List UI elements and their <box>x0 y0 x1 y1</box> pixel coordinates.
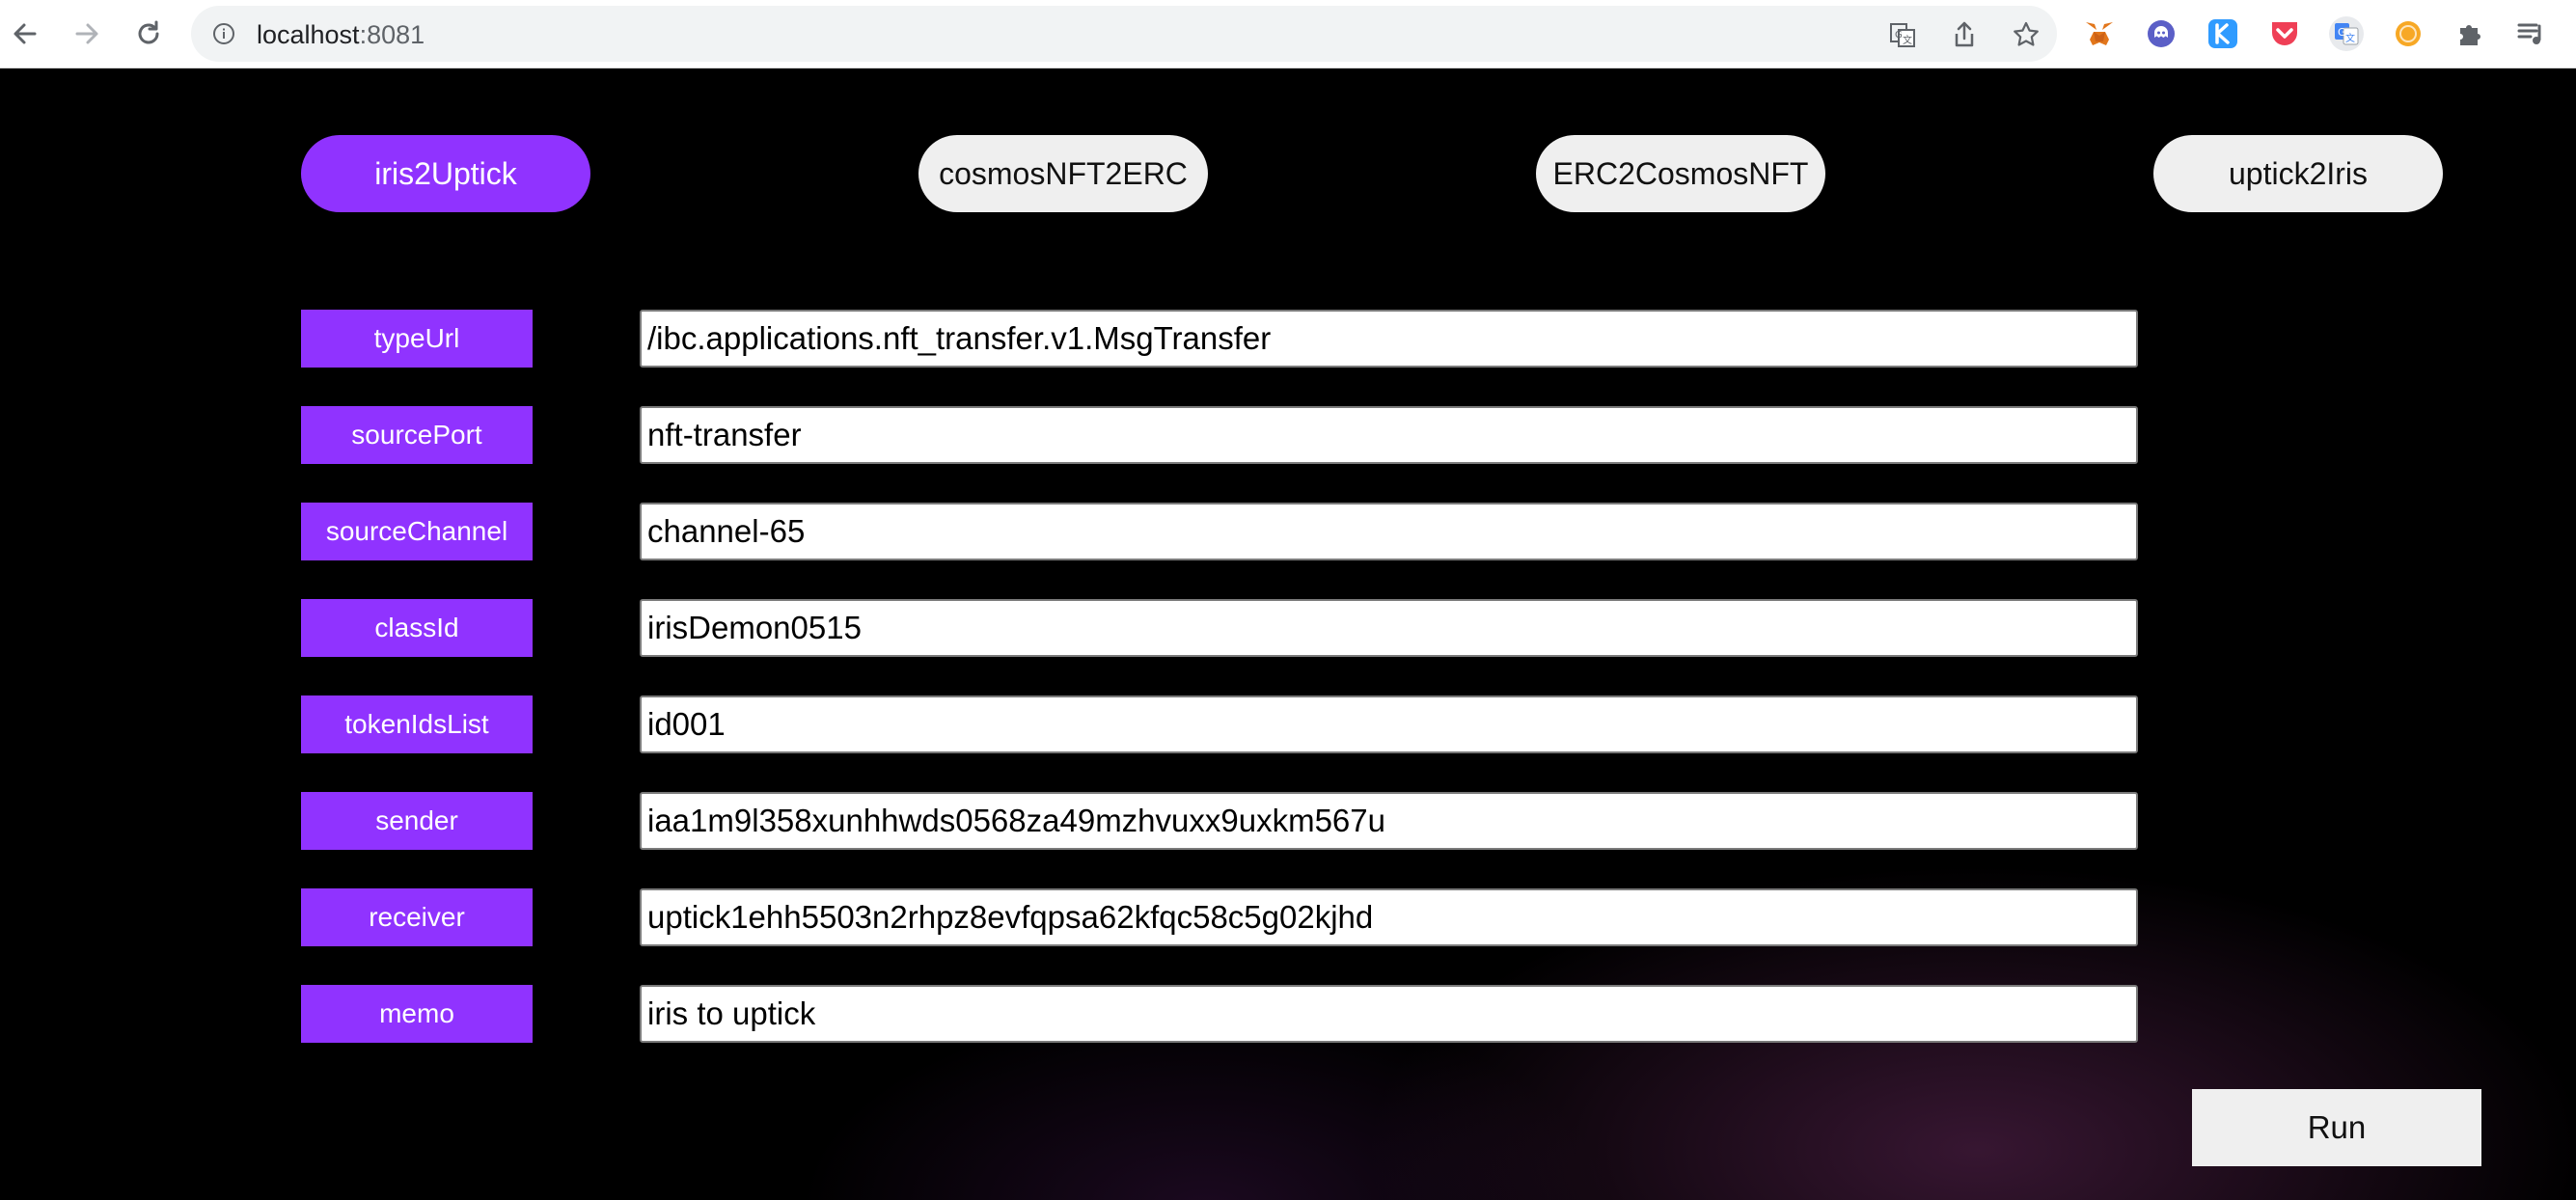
keplr-icon[interactable] <box>2206 16 2240 51</box>
run-button[interactable]: Run <box>2192 1089 2481 1166</box>
url-port: :8081 <box>359 20 425 49</box>
browser-toolbar: localhost:8081 G文 G文 <box>0 0 2576 68</box>
media-icon[interactable] <box>2514 16 2549 51</box>
arrow-left-icon[interactable] <box>8 16 42 51</box>
ghost-extension-icon[interactable] <box>2144 16 2179 51</box>
puzzle-icon[interactable] <box>2453 16 2487 51</box>
receiver-label: receiver <box>301 888 533 946</box>
svg-text:G: G <box>1895 30 1903 41</box>
url-host: localhost <box>257 20 360 49</box>
tokenidslist-input[interactable] <box>640 695 2138 753</box>
translate-icon[interactable]: G文 <box>1887 19 1918 50</box>
url-text[interactable]: localhost:8081 <box>257 20 425 50</box>
tokenidslist-label: tokenIdsList <box>301 695 533 753</box>
info-icon[interactable] <box>212 22 235 45</box>
sender-input[interactable] <box>640 792 2138 850</box>
tab-erc2cosmosnft[interactable]: ERC2CosmosNFT <box>1536 135 1825 212</box>
tab-cosmosnft2erc[interactable]: cosmosNFT2ERC <box>918 135 1208 212</box>
classid-input[interactable] <box>640 599 2138 657</box>
memo-label: memo <box>301 985 533 1043</box>
share-icon[interactable] <box>1949 19 1980 50</box>
star-icon[interactable] <box>2011 19 2042 50</box>
google-translate-icon[interactable]: G文 <box>2329 16 2364 51</box>
sourcechannel-label: sourceChannel <box>301 503 533 560</box>
sourceport-label: sourcePort <box>301 406 533 464</box>
memo-input[interactable] <box>640 985 2138 1043</box>
svg-text:文: 文 <box>2345 32 2355 44</box>
arrow-right-icon[interactable] <box>69 16 104 51</box>
address-bar[interactable]: localhost:8081 G文 <box>191 6 2057 62</box>
sourcechannel-input[interactable] <box>640 503 2138 560</box>
tab-uptick2iris[interactable]: uptick2Iris <box>2153 135 2443 212</box>
receiver-input[interactable] <box>640 888 2138 946</box>
classid-label: classId <box>301 599 533 657</box>
sender-label: sender <box>301 792 533 850</box>
svg-text:文: 文 <box>1903 34 1912 46</box>
sourceport-input[interactable] <box>640 406 2138 464</box>
pocket-icon[interactable] <box>2267 16 2302 51</box>
orange-extension-icon[interactable] <box>2391 16 2425 51</box>
tab-iris2uptick[interactable]: iris2Uptick <box>301 135 590 212</box>
reload-icon[interactable] <box>131 16 166 51</box>
typeurl-input[interactable] <box>640 310 2138 368</box>
page-content: iris2Uptick cosmosNFT2ERC ERC2CosmosNFT … <box>0 69 2576 1200</box>
metamask-icon[interactable] <box>2082 16 2117 51</box>
typeurl-label: typeUrl <box>301 310 533 368</box>
